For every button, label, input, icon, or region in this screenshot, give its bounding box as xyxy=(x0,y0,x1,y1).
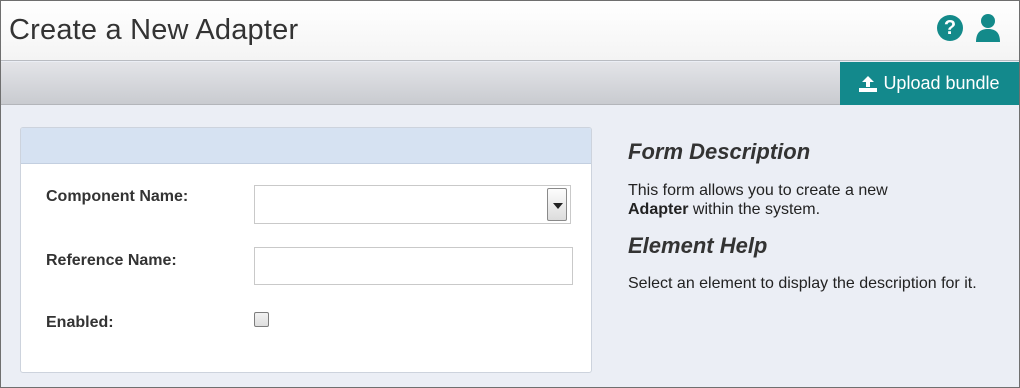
upload-icon xyxy=(859,75,878,92)
adapter-keyword: Adapter xyxy=(628,201,689,218)
form-panel-header xyxy=(21,128,591,164)
element-help: Element Help Select an element to displa… xyxy=(628,233,1008,293)
app-window: Create a New Adapter ? Upload bundle Com… xyxy=(0,0,1020,388)
form-description-heading: Form Description xyxy=(628,139,811,164)
element-help-text: Select an element to display the descrip… xyxy=(628,275,977,292)
reference-name-input[interactable] xyxy=(254,247,573,285)
component-name-label: Component Name: xyxy=(46,188,189,205)
form-description-text: This form allows you to create a new Ada… xyxy=(628,181,1008,219)
component-name-select[interactable] xyxy=(254,185,571,224)
form-description-text-end: within the system. xyxy=(688,201,821,218)
user-icon[interactable] xyxy=(975,13,1001,43)
toolbar: Upload bundle xyxy=(1,62,1019,105)
enabled-label: Enabled: xyxy=(46,314,114,331)
form-panel: Component Name: Reference Name: Enabled: xyxy=(20,127,592,373)
upload-bundle-button[interactable]: Upload bundle xyxy=(840,62,1019,105)
reference-name-label: Reference Name: xyxy=(46,252,177,269)
upload-bundle-label: Upload bundle xyxy=(883,73,1000,93)
form-description-text-start: This form allows you to create a new xyxy=(628,182,888,199)
chevron-down-icon[interactable] xyxy=(547,188,567,221)
element-help-heading: Element Help xyxy=(628,233,768,258)
form-description: Form Description This form allows you to… xyxy=(628,139,1008,219)
page-header: Create a New Adapter ? xyxy=(1,1,1019,61)
page-title: Create a New Adapter xyxy=(9,14,299,46)
question-circle-icon[interactable]: ? xyxy=(937,15,963,41)
enabled-checkbox[interactable] xyxy=(254,312,269,327)
